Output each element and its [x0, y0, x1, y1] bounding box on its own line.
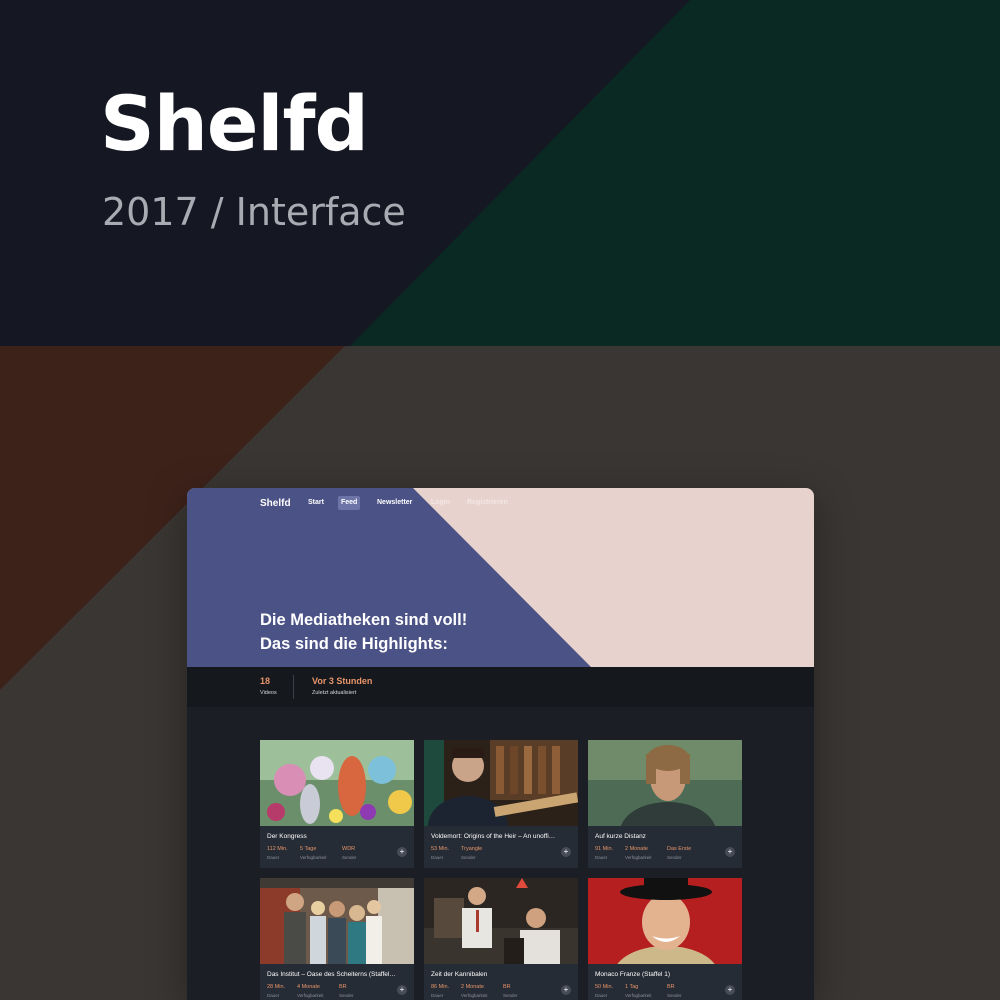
- card-channel: BR: [339, 984, 347, 990]
- add-icon[interactable]: +: [561, 847, 571, 857]
- card-channel: BR: [667, 984, 675, 990]
- label-duration: Dauer: [595, 855, 608, 860]
- hero-title: Shelfd: [100, 79, 369, 168]
- card-channel: WDR: [342, 846, 356, 852]
- card-duration: 86 Min.: [431, 984, 450, 990]
- nav-register[interactable]: Registrieren: [464, 496, 511, 510]
- nav-feed[interactable]: Feed: [338, 496, 361, 510]
- label-duration: Dauer: [267, 855, 280, 860]
- card-availability: 2 Monate: [625, 846, 648, 852]
- add-icon[interactable]: +: [725, 847, 735, 857]
- card-title: Auf kurze Distanz: [595, 833, 646, 840]
- video-thumbnail[interactable]: [588, 878, 742, 964]
- card-availability: 2 Monate: [461, 984, 484, 990]
- stat-videos-value: 18: [260, 676, 271, 686]
- label-availability: Verfügbarkeit: [297, 993, 324, 998]
- label-duration: Dauer: [267, 993, 280, 998]
- nav-newsletter[interactable]: Newsletter: [374, 496, 415, 510]
- label-availability: Verfügbarkeit: [625, 855, 652, 860]
- card-title: Zeit der Kannibalen: [431, 971, 488, 978]
- stats-bar: 18 Videos Vor 3 Stunden Zuletzt aktualis…: [187, 667, 814, 707]
- card-duration: 50 Min.: [595, 984, 614, 990]
- stat-updated-label: Zuletzt aktualisiert: [312, 690, 357, 696]
- label-availability: Verfügbarkeit: [461, 993, 488, 998]
- video-card[interactable]: Das Institut – Oase des Scheiterns (Staf…: [260, 878, 414, 1000]
- label-duration: Dauer: [431, 855, 444, 860]
- headline-line-2: Das sind die Highlights:: [260, 635, 448, 653]
- card-availability: 1 Tag: [625, 984, 639, 990]
- label-channel: Sender: [342, 855, 357, 860]
- nav-login[interactable]: Login: [428, 496, 453, 510]
- stats-divider: [293, 675, 294, 699]
- app-logo[interactable]: Shelfd: [260, 498, 291, 509]
- hero-subtitle: 2017 / Interface: [102, 190, 406, 234]
- card-channel: BR: [503, 984, 511, 990]
- thumbnail-art: [260, 740, 414, 826]
- label-channel: Sender: [503, 993, 518, 998]
- stat-updated-value: Vor 3 Stunden: [312, 676, 373, 686]
- thumbnail-art: [588, 740, 742, 826]
- thumbnail-art: [260, 878, 414, 964]
- video-thumbnail[interactable]: [588, 740, 742, 826]
- label-availability: Verfügbarkeit: [625, 993, 652, 998]
- thumbnail-art: [588, 878, 742, 964]
- video-thumbnail[interactable]: [260, 878, 414, 964]
- card-duration: 28 Min.: [267, 984, 286, 990]
- label-channel: Sender: [667, 855, 682, 860]
- card-availability: 4 Monate: [297, 984, 320, 990]
- video-thumbnail[interactable]: [260, 740, 414, 826]
- add-icon[interactable]: +: [397, 847, 407, 857]
- video-thumbnail[interactable]: [424, 740, 578, 826]
- card-title: Voldemort: Origins of the Heir – An unof…: [431, 833, 556, 840]
- label-channel: Sender: [667, 993, 682, 998]
- label-channel: Sender: [339, 993, 354, 998]
- add-icon[interactable]: +: [397, 985, 407, 995]
- card-duration: 112 Min.: [267, 846, 288, 852]
- card-title: Der Kongress: [267, 833, 307, 840]
- add-icon[interactable]: +: [725, 985, 735, 995]
- thumbnail-art: [424, 740, 578, 826]
- card-availability: 5 Tage: [300, 846, 317, 852]
- card-duration: 53 Min.: [431, 846, 450, 852]
- video-card[interactable]: Monaco Franze (Staffel 1) 50 Min. 1 Tag …: [588, 878, 742, 1000]
- label-duration: Dauer: [431, 993, 444, 998]
- video-card[interactable]: Auf kurze Distanz 91 Min. 2 Monate Das E…: [588, 740, 742, 868]
- page-headline: Die Mediatheken sind voll! Das sind die …: [260, 608, 467, 656]
- video-card[interactable]: Der Kongress 112 Min. 5 Tage WDR Dauer V…: [260, 740, 414, 868]
- card-channel: Das Erste: [667, 846, 692, 852]
- add-icon[interactable]: +: [561, 985, 571, 995]
- video-card[interactable]: Voldemort: Origins of the Heir – An unof…: [424, 740, 578, 868]
- label-duration: Dauer: [595, 993, 608, 998]
- label-availability: Sender: [461, 855, 476, 860]
- thumbnail-art: [424, 878, 578, 964]
- video-thumbnail[interactable]: [424, 878, 578, 964]
- label-availability: Verfügbarkeit: [300, 855, 327, 860]
- video-card[interactable]: Zeit der Kannibalen 86 Min. 2 Monate BR …: [424, 878, 578, 1000]
- card-availability: Tryangle: [461, 846, 483, 852]
- stat-videos-label: Videos: [260, 690, 277, 696]
- card-title: Monaco Franze (Staffel 1): [595, 971, 671, 978]
- nav-start[interactable]: Start: [305, 496, 327, 510]
- top-nav: Shelfd Start Feed Newsletter Login Regis…: [187, 488, 814, 518]
- card-duration: 91 Min.: [595, 846, 614, 852]
- headline-line-1: Die Mediatheken sind voll!: [260, 611, 468, 629]
- card-title: Das Institut – Oase des Scheiterns (Staf…: [267, 971, 396, 978]
- app-window: Shelfd Start Feed Newsletter Login Regis…: [187, 488, 814, 1000]
